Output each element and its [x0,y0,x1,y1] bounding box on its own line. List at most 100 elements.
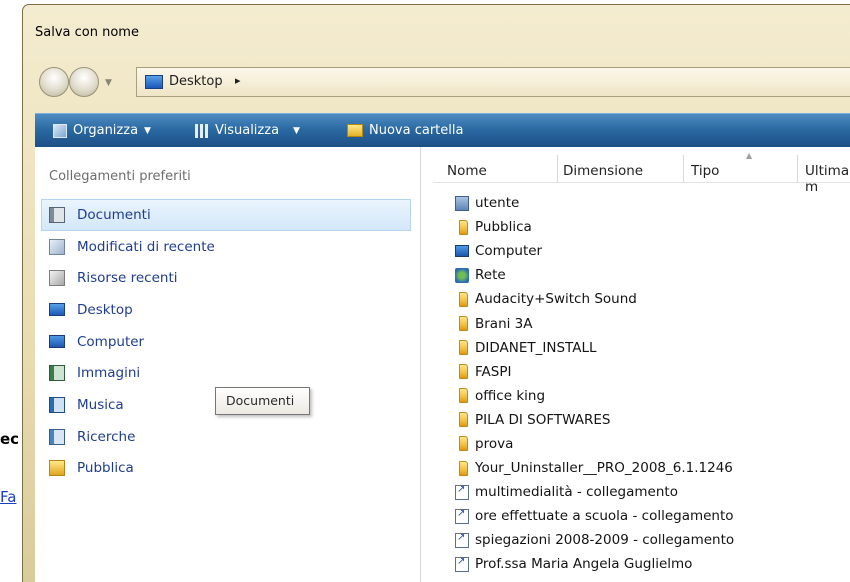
favorite-links-title: Collegamenti preferiti [49,169,191,184]
view-icon [195,123,209,138]
list-item[interactable]: utente [455,191,734,215]
file-list-pane: Nome Dimensione Tipo ▲ Ultima m utente P… [433,147,850,582]
favorite-link-label: Computer [77,333,145,350]
file-name: multimedialità - collegamento [475,484,678,501]
favorite-link-label: Modificati di recente [77,238,215,255]
toolbar: Organizza ▼ Visualizza ▼ Nuova cartella [35,113,850,147]
network-icon [455,267,469,283]
column-header-size[interactable]: Dimensione [563,163,643,179]
address-location[interactable]: Desktop [169,74,223,89]
column-header-name[interactable]: Nome [447,163,487,179]
shortcut-icon [455,484,469,500]
desktop-icon [145,75,163,89]
recent-pages-dropdown-icon[interactable]: ▼ [105,78,112,88]
shortcut-icon [455,532,469,548]
folder-icon [459,291,468,307]
column-header-type[interactable]: Tipo [691,163,719,179]
folder-icon [459,436,468,452]
shortcut-icon [455,508,469,524]
pictures-icon [49,365,65,382]
list-item[interactable]: Prof.ssa Maria Angela Guglielmo [455,552,734,576]
list-item[interactable]: multimedialità - collegamento [455,480,734,504]
file-name: Your_Uninstaller__PRO_2008_6.1.1246 [475,460,733,477]
list-item[interactable]: Brani 3A [455,311,734,335]
favorite-links-pane: Collegamenti preferiti Documenti Modific… [35,147,421,582]
file-name: spiegazioni 2008-2009 - collegamento [475,532,735,549]
list-item[interactable]: DIDANET_INSTALL [455,336,734,360]
file-name: Audacity+Switch Sound [475,291,637,308]
forward-button[interactable] [69,67,99,97]
list-item[interactable]: ore effettuate a scuola - collegamento [455,504,734,528]
recent-changes-icon [49,238,65,255]
music-icon [49,396,65,413]
chevron-down-icon: ▼ [293,125,300,136]
column-separator[interactable] [797,155,798,183]
organize-label: Organizza [73,123,139,138]
organize-button[interactable]: Organizza ▼ [53,123,151,138]
favorite-link-recent-places[interactable]: Risorse recenti [35,262,421,294]
navigation-buttons: ▼ [39,67,131,97]
list-item[interactable]: Computer [455,239,734,263]
file-name: PILA DI SOFTWARES [475,411,611,428]
favorite-link-label: Immagini [77,365,141,382]
address-bar[interactable]: Desktop ▸ [136,67,850,97]
favorite-link-documents[interactable]: Documenti [41,199,411,231]
desktop-icon [49,303,65,317]
window-title: Salva con nome [35,25,139,40]
folder-icon [459,340,468,356]
list-item[interactable]: Rete [455,263,734,287]
list-item[interactable]: office king [455,384,734,408]
list-item[interactable]: Pubblica [455,215,734,239]
favorite-link-label: Musica [77,396,124,413]
folder-icon [459,316,468,332]
list-item[interactable]: Audacity+Switch Sound [455,287,734,311]
recent-places-icon [49,270,65,287]
file-name: office king [475,387,546,404]
sort-ascending-icon: ▲ [746,151,753,160]
computer-icon [49,335,65,349]
folder-icon [459,364,468,380]
list-item[interactable]: spiegazioni 2008-2009 - collegamento [455,528,734,552]
column-separator[interactable] [683,155,684,183]
column-header-modified[interactable]: Ultima m [805,163,850,195]
file-name: FASPI [475,363,512,380]
favorite-links-list: Documenti Modificati di recente Risorse … [35,199,421,484]
favorite-link-label: Documenti [77,206,151,223]
list-item[interactable]: prova [455,432,734,456]
favorite-link-searches[interactable]: Ricerche [35,421,421,453]
file-name: Prof.ssa Maria Angela Guglielmo [475,556,693,573]
favorite-link-recently-changed[interactable]: Modificati di recente [35,231,421,263]
file-name: ore effettuate a scuola - collegamento [475,508,734,525]
new-folder-label: Nuova cartella [369,123,464,138]
column-separator[interactable] [557,155,558,183]
address-chevron-icon[interactable]: ▸ [235,74,241,87]
folder-icon [459,412,468,428]
file-name: Computer [475,243,543,260]
list-item[interactable]: PILA DI SOFTWARES [455,408,734,432]
folder-icon [459,388,468,404]
view-button[interactable]: Visualizza ▼ [195,123,300,138]
favorite-link-computer[interactable]: Computer [35,326,421,358]
chevron-down-icon: ▼ [144,125,151,136]
list-item[interactable]: FASPI [455,360,734,384]
documents-icon [49,206,65,223]
favorite-link-label: Ricerche [77,428,136,445]
background-link[interactable]: Fa [0,488,16,506]
searches-icon [49,428,65,445]
column-headers: Nome Dimensione Tipo ▲ Ultima m [433,147,850,195]
favorite-link-desktop[interactable]: Desktop [35,294,421,326]
favorite-link-pictures[interactable]: Immagini [35,357,421,389]
list-item[interactable]: Your_Uninstaller__PRO_2008_6.1.1246 [455,456,734,480]
save-as-dialog: Salva con nome ▼ Desktop ▸ Organizza ▼ V… [22,4,850,582]
file-name: utente [475,195,520,212]
folder-icon [459,460,468,476]
user-folder-icon [455,195,469,211]
view-label: Visualizza [215,123,280,138]
back-button[interactable] [39,67,69,97]
file-name: Pubblica [475,219,532,236]
shortcut-icon [455,556,469,572]
tooltip: Documenti [215,387,310,415]
file-name: DIDANET_INSTALL [475,339,597,356]
favorite-link-public[interactable]: Pubblica [35,453,421,485]
new-folder-button[interactable]: Nuova cartella [347,123,463,138]
